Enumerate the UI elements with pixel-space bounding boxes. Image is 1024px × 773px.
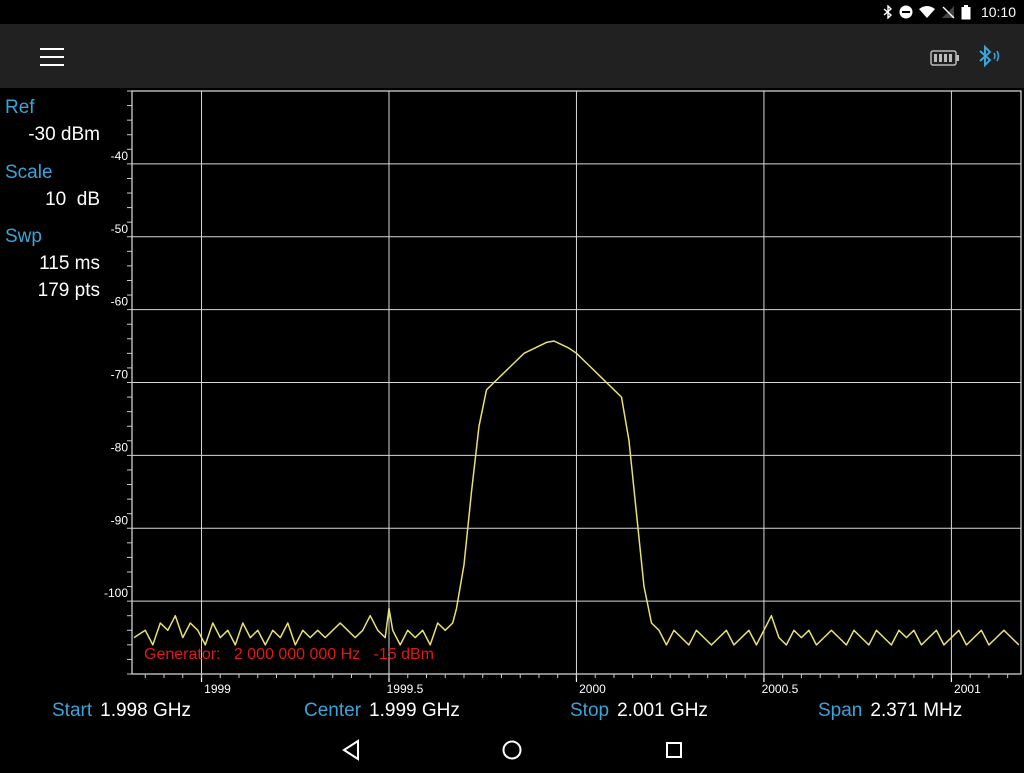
generator-level: -15 dBm [373,646,434,663]
start-label: Start [52,700,93,721]
sweep-points-value[interactable]: 179 pts [38,280,100,302]
y-tick-label: -90 [111,513,129,527]
recents-square-icon[interactable] [660,736,688,764]
stop-value: 2.001 GHz [617,700,708,721]
x-tick-label: 2000.5 [762,682,799,696]
spectrum-plot[interactable]: -40 -50 -60 -70 -80 -90 -100 1999 1999.5 2000 2000… [0,0,1024,700]
stop-label: Stop [570,700,610,721]
span-value: 2.371 MHz [870,700,963,721]
y-tick-label: -50 [111,222,129,236]
home-circle-icon[interactable] [498,736,526,764]
center-frequency[interactable]: Center 1.999 GHz [304,700,460,722]
generator-label: Generator: [144,646,221,663]
y-tick-label: -100 [104,586,128,600]
x-tick-label: 1999 [204,682,231,696]
sweep-time-value[interactable]: 115 ms [39,253,100,275]
generator-frequency: 2 000 000 000 Hz [233,646,361,663]
center-value: 1.999 GHz [369,700,460,721]
ref-label[interactable]: Ref [5,97,35,119]
sweep-label[interactable]: Swp [5,226,42,248]
navigation-bar [0,726,1024,773]
x-tick-label: 2001 [954,682,981,696]
frequency-bar: Start 1.998 GHz Center 1.999 GHz Stop 2.001… [0,700,1024,726]
start-value: 1.998 GHz [100,700,191,721]
scale-label[interactable]: Scale [5,162,53,184]
scale-value[interactable]: 10 dB [45,189,100,211]
y-tick-label: -70 [111,368,129,382]
x-tick-label: 2000 [579,682,606,696]
generator-readout: Generator: 2 000 000 000 Hz -15 dBm [144,646,434,664]
center-label: Center [304,700,362,721]
ref-value[interactable]: -30 dBm [28,124,100,146]
y-tick-label: -60 [111,295,129,309]
span-frequency[interactable]: Span 2.371 MHz [818,700,962,722]
stop-frequency[interactable]: Stop 2.001 GHz [570,700,708,722]
y-tick-label: -40 [111,149,129,163]
span-label: Span [818,700,863,721]
start-frequency[interactable]: Start 1.998 GHz [52,700,191,722]
y-tick-label: -80 [111,440,129,454]
x-tick-label: 1999.5 [387,682,424,696]
back-triangle-icon[interactable] [338,736,366,764]
